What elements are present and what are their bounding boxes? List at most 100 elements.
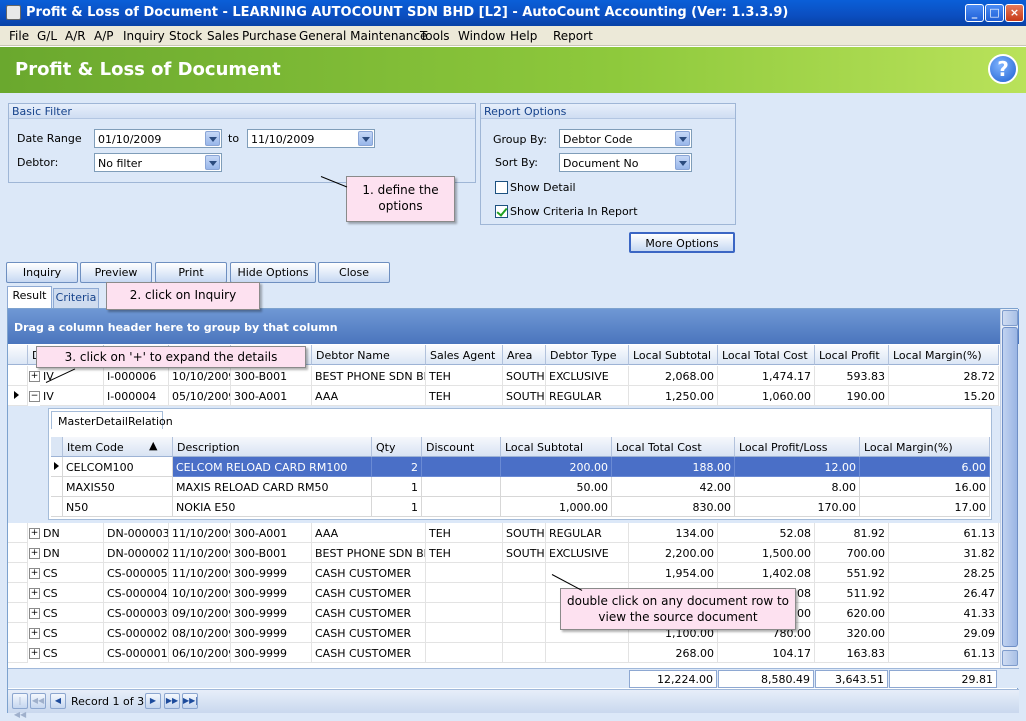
- cell-debtor-name: BEST PHONE SDN BHD: [312, 543, 426, 563]
- next-record-icon[interactable]: ▶: [145, 693, 161, 709]
- detail-header-item-code-label: Item Code: [67, 441, 124, 454]
- cell-sales-agent: TEH: [426, 386, 503, 406]
- header-local-subtotal[interactable]: Local Subtotal: [629, 345, 718, 365]
- detail-grid[interactable]: MasterDetailRelation Item Code ▲ Descript…: [48, 408, 992, 520]
- callout-define-options: 1. define the options: [346, 176, 455, 222]
- header-sales-agent[interactable]: Sales Agent: [426, 345, 503, 365]
- scroll-thumb[interactable]: [1002, 327, 1018, 647]
- detail-header-description[interactable]: Description: [173, 437, 372, 457]
- sort-by-select[interactable]: Document No: [559, 153, 692, 172]
- dropdown-arrow-icon[interactable]: [675, 155, 690, 170]
- header-local-margin[interactable]: Local Margin(%): [889, 345, 999, 365]
- total-profit: 3,643.51: [815, 670, 888, 688]
- prev-record-icon[interactable]: ◀: [50, 693, 66, 709]
- detail-header-local-total-cost[interactable]: Local Total Cost: [612, 437, 735, 457]
- cell-debtor-name: AAA: [312, 523, 426, 543]
- hide-options-button[interactable]: Hide Options: [230, 262, 316, 283]
- expand-icon[interactable]: +: [29, 648, 40, 659]
- date-from-input[interactable]: 01/10/2009: [94, 129, 222, 148]
- expand-icon[interactable]: +: [29, 608, 40, 619]
- group-by-panel[interactable]: Drag a column header here to group by th…: [8, 309, 1019, 344]
- dropdown-arrow-icon[interactable]: [358, 131, 373, 146]
- page-title: Profit & Loss of Document: [15, 59, 281, 80]
- menu-inquiry[interactable]: Inquiry: [123, 29, 165, 43]
- more-options-button[interactable]: More Options: [629, 232, 735, 253]
- next-page-icon[interactable]: ▶▶: [164, 693, 180, 709]
- dropdown-arrow-icon[interactable]: [205, 155, 220, 170]
- menu-ar[interactable]: A/R: [65, 29, 86, 43]
- menu-gl[interactable]: G/L: [37, 29, 57, 43]
- expand-icon[interactable]: +: [29, 528, 40, 539]
- date-to-input[interactable]: 11/10/2009: [247, 129, 375, 148]
- close-icon[interactable]: ×: [1005, 4, 1024, 22]
- detail-cell-cost: 188.00: [612, 457, 735, 477]
- menu-window[interactable]: Window: [458, 29, 505, 43]
- header-area[interactable]: Area: [503, 345, 546, 365]
- debtor-value: No filter: [98, 157, 143, 170]
- expand-icon[interactable]: +: [29, 548, 40, 559]
- last-page-icon[interactable]: ▶▶|: [182, 693, 198, 709]
- menu-ap[interactable]: A/P: [94, 29, 114, 43]
- tab-master-detail-relation[interactable]: MasterDetailRelation: [51, 411, 173, 429]
- show-detail-checkbox[interactable]: [495, 181, 508, 194]
- maximize-icon[interactable]: □: [985, 4, 1004, 22]
- menu-stock[interactable]: Stock: [169, 29, 202, 43]
- inquiry-button[interactable]: Inquiry: [6, 262, 78, 283]
- tab-result[interactable]: Result: [7, 286, 52, 308]
- row-indicator: [8, 366, 28, 386]
- group-by-select[interactable]: Debtor Code: [559, 129, 692, 148]
- expand-icon[interactable]: +: [29, 628, 40, 639]
- cell-area: SOUTH: [503, 366, 546, 386]
- header-debtor-type[interactable]: Debtor Type: [546, 345, 629, 365]
- dropdown-arrow-icon[interactable]: [675, 131, 690, 146]
- vertical-scrollbar[interactable]: [1000, 309, 1018, 668]
- detail-header-local-margin[interactable]: Local Margin(%): [860, 437, 990, 457]
- expand-icon[interactable]: +: [29, 588, 40, 599]
- scroll-down-icon[interactable]: [1002, 650, 1018, 666]
- header-debtor-name[interactable]: Debtor Name: [312, 345, 426, 365]
- detail-header-local-profit-loss[interactable]: Local Profit/Loss: [735, 437, 860, 457]
- menu-report[interactable]: Report: [553, 29, 593, 43]
- cell-type: IV: [40, 386, 104, 406]
- cell-date: 10/10/2009: [169, 583, 231, 603]
- menu-tools[interactable]: Tools: [420, 29, 450, 43]
- print-button[interactable]: Print: [155, 262, 227, 283]
- dropdown-arrow-icon[interactable]: [205, 131, 220, 146]
- row-indicator: [51, 497, 63, 517]
- cell-doc-no: DN-000003: [104, 523, 169, 543]
- close-button[interactable]: Close: [318, 262, 390, 283]
- detail-header-local-subtotal[interactable]: Local Subtotal: [501, 437, 612, 457]
- menu-help[interactable]: Help: [510, 29, 537, 43]
- tab-criteria[interactable]: Criteria: [53, 288, 99, 308]
- menu-sales[interactable]: Sales: [207, 29, 239, 43]
- detail-cell-subtotal: 1,000.00: [501, 497, 612, 517]
- first-page-icon[interactable]: |◀◀: [12, 693, 28, 719]
- cell-doc-no: CS-000002: [104, 623, 169, 643]
- detail-header-discount[interactable]: Discount: [422, 437, 501, 457]
- collapse-icon[interactable]: −: [29, 391, 40, 402]
- preview-button[interactable]: Preview: [80, 262, 152, 283]
- cell-debtor-code: 300-A001: [231, 386, 312, 406]
- detail-header-item-code[interactable]: Item Code ▲: [63, 437, 173, 457]
- cell-debtor-type: [546, 643, 629, 663]
- report-options-title: Report Options: [481, 104, 735, 119]
- menu-general-maintenance[interactable]: General Maintenance: [299, 29, 427, 43]
- expand-icon[interactable]: +: [29, 371, 40, 382]
- header-local-profit[interactable]: Local Profit: [815, 345, 889, 365]
- debtor-select[interactable]: No filter: [94, 153, 222, 172]
- header-local-total-cost[interactable]: Local Total Cost: [718, 345, 815, 365]
- menu-purchase[interactable]: Purchase: [242, 29, 297, 43]
- result-grid[interactable]: Drag a column header here to group by th…: [7, 308, 1019, 719]
- detail-header-qty[interactable]: Qty: [372, 437, 422, 457]
- detail-cell-description: NOKIA E50: [173, 497, 372, 517]
- scroll-up-icon[interactable]: [1002, 310, 1018, 326]
- expand-icon[interactable]: +: [29, 568, 40, 579]
- show-criteria-checkbox[interactable]: [495, 205, 508, 218]
- minimize-icon[interactable]: _: [965, 4, 984, 22]
- cell-cost: 1,500.00: [718, 543, 815, 563]
- prev-page-icon[interactable]: ◀◀: [30, 693, 46, 709]
- help-icon[interactable]: ?: [988, 54, 1018, 84]
- menu-file[interactable]: File: [9, 29, 29, 43]
- cell-date: 05/10/2009: [169, 386, 231, 406]
- detail-cell-qty: 1: [372, 477, 422, 497]
